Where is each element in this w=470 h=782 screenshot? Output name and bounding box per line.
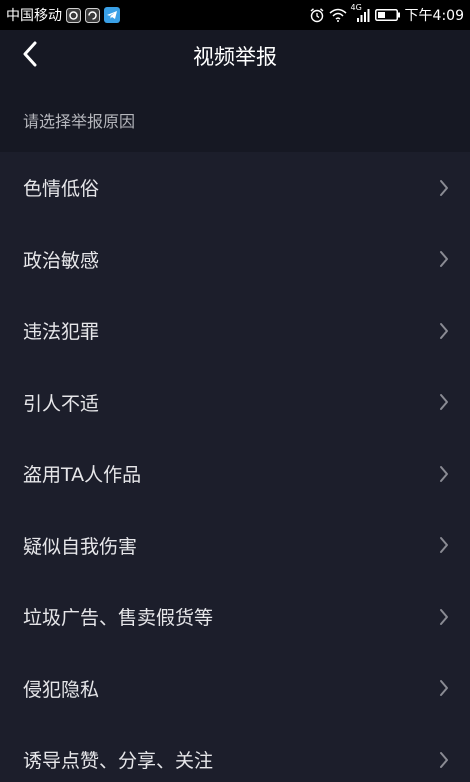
clock: 下午4:09 xyxy=(404,8,464,24)
chevron-right-icon xyxy=(434,321,454,341)
reason-item[interactable]: 垃圾广告、售卖假货等 xyxy=(0,581,470,653)
reason-label: 引人不适 xyxy=(23,392,100,415)
reason-item[interactable]: 违法犯罪 xyxy=(0,295,470,367)
sync-icon xyxy=(85,7,100,23)
chevron-right-icon xyxy=(434,607,454,627)
reason-label: 违法犯罪 xyxy=(23,321,100,344)
reason-label: 盗用TA人作品 xyxy=(23,464,142,487)
carrier-label: 中国移动 xyxy=(6,8,62,24)
signal-icon: 4G xyxy=(350,3,371,23)
reason-item[interactable]: 政治敏感 xyxy=(0,224,470,296)
reason-item[interactable]: 引人不适 xyxy=(0,367,470,439)
back-button[interactable] xyxy=(10,36,50,76)
reason-item[interactable]: 盗用TA人作品 xyxy=(0,438,470,510)
status-bar: 中国移动 4G 下午4:09 xyxy=(0,0,470,30)
chevron-right-icon xyxy=(434,249,454,269)
app-notification-icon xyxy=(66,7,81,23)
reason-item[interactable]: 色情低俗 xyxy=(0,152,470,224)
wifi-icon xyxy=(329,8,347,22)
battery-icon xyxy=(374,8,401,22)
reason-label: 侵犯隐私 xyxy=(23,678,100,701)
status-right: 4G 下午4:09 xyxy=(309,3,464,25)
chevron-right-icon xyxy=(434,392,454,412)
page-title: 视频举报 xyxy=(193,45,277,69)
chevron-right-icon xyxy=(434,178,454,198)
reason-label: 政治敏感 xyxy=(23,249,100,272)
reason-item[interactable]: 侵犯隐私 xyxy=(0,653,470,725)
reason-label: 诱导点赞、分享、关注 xyxy=(23,750,214,773)
chevron-left-icon xyxy=(22,41,38,71)
reason-label: 垃圾广告、售卖假货等 xyxy=(23,607,214,630)
reason-label: 色情低俗 xyxy=(23,178,100,201)
telegram-icon xyxy=(104,7,120,23)
chevron-right-icon xyxy=(434,464,454,484)
chevron-right-icon xyxy=(434,535,454,555)
section-header: 请选择举报原因 xyxy=(0,84,470,152)
nav-bar: 视频举报 xyxy=(0,30,470,84)
reason-item[interactable]: 疑似自我伤害 xyxy=(0,510,470,582)
network-badge: 4G xyxy=(350,3,362,12)
reason-label: 疑似自我伤害 xyxy=(23,535,138,558)
chevron-right-icon xyxy=(434,750,454,770)
reason-item[interactable]: 诱导点赞、分享、关注 xyxy=(0,724,470,782)
status-left: 中国移动 xyxy=(6,5,120,25)
reason-list: 色情低俗 政治敏感 违法犯罪 引人不适 盗用TA人作品 疑似自我伤害 垃圾广告、… xyxy=(0,152,470,782)
alarm-icon xyxy=(309,7,325,23)
chevron-right-icon xyxy=(434,678,454,698)
